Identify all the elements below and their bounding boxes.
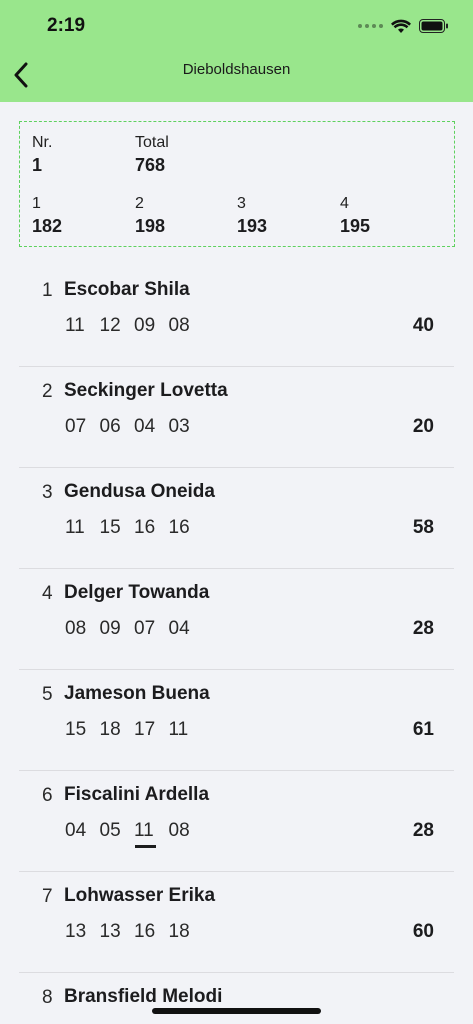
score-group: 07 06 04 03 xyxy=(65,416,203,438)
score-cell[interactable]: 11 xyxy=(169,719,204,741)
player-name: Fiscalini Ardella xyxy=(64,784,210,805)
summary-nr-label: Nr. xyxy=(32,134,53,151)
summary-total: Total 768 xyxy=(135,134,169,176)
summary-round-label: 4 xyxy=(340,195,349,212)
player-total: 60 xyxy=(412,921,434,942)
player-row[interactable]: 6 Fiscalini Ardella 04 05 11 08 28 xyxy=(19,771,454,872)
score-cell[interactable]: 06 xyxy=(100,416,135,438)
summary-round-value: 195 xyxy=(340,216,371,236)
score-cell[interactable]: 04 xyxy=(169,618,204,640)
player-name: Bransfield Melodi xyxy=(64,986,223,1007)
player-row[interactable]: 8 Bransfield Melodi xyxy=(19,973,454,1024)
score-cell[interactable]: 09 xyxy=(134,315,169,337)
player-total: 28 xyxy=(412,618,434,639)
player-number: 6 xyxy=(42,785,53,806)
summary-total-value: 768 xyxy=(135,155,166,175)
summary-round-label: 3 xyxy=(237,195,246,212)
score-cell[interactable]: 16 xyxy=(134,517,169,539)
player-number: 8 xyxy=(42,987,53,1008)
score-cell[interactable]: 11 xyxy=(65,517,100,539)
score-group: 08 09 07 04 xyxy=(65,618,203,640)
player-row[interactable]: 7 Lohwasser Erika 13 13 16 18 60 xyxy=(19,872,454,973)
player-number: 3 xyxy=(42,482,53,503)
battery-icon xyxy=(419,19,448,33)
summary-round-2: 2 198 xyxy=(135,195,165,237)
player-total: 28 xyxy=(412,820,434,841)
player-name: Seckinger Lovetta xyxy=(64,380,228,401)
score-cell[interactable]: 08 xyxy=(169,315,204,337)
player-name: Jameson Buena xyxy=(64,683,210,704)
score-cell[interactable]: 03 xyxy=(169,416,204,438)
score-cell[interactable]: 04 xyxy=(134,416,169,438)
player-total: 61 xyxy=(412,719,434,740)
score-group: 13 13 16 18 xyxy=(65,921,203,943)
wifi-icon xyxy=(391,19,411,33)
player-name: Delger Towanda xyxy=(64,582,210,603)
summary-round-label: 2 xyxy=(135,195,144,212)
score-cell[interactable]: 15 xyxy=(65,719,100,741)
score-cell[interactable]: 09 xyxy=(100,618,135,640)
player-row[interactable]: 4 Delger Towanda 08 09 07 04 28 xyxy=(19,569,454,670)
player-number: 5 xyxy=(42,684,53,705)
player-total: 40 xyxy=(412,315,434,336)
home-indicator xyxy=(152,1008,321,1014)
player-number: 7 xyxy=(42,886,53,907)
score-cell[interactable]: 16 xyxy=(169,517,204,539)
summary-round-4: 4 195 xyxy=(340,195,370,237)
score-cell[interactable]: 08 xyxy=(65,618,100,640)
player-name: Gendusa Oneida xyxy=(64,481,215,502)
summary-total-label: Total xyxy=(135,134,169,151)
summary-round-value: 198 xyxy=(135,216,166,236)
score-cell[interactable]: 17 xyxy=(134,719,169,741)
score-cell-selected[interactable]: 11 xyxy=(134,820,169,848)
score-cell[interactable]: 18 xyxy=(169,921,204,943)
summary-round-value: 193 xyxy=(237,216,268,236)
cellular-signal-icon xyxy=(358,24,383,28)
status-time: 2:19 xyxy=(47,15,86,36)
status-icons xyxy=(358,16,449,36)
score-cell[interactable]: 12 xyxy=(100,315,135,337)
score-cell[interactable]: 13 xyxy=(65,921,100,943)
player-name: Lohwasser Erika xyxy=(64,885,216,906)
score-group: 15 18 17 11 xyxy=(65,719,203,741)
page-title: Dieboldshausen xyxy=(182,61,291,78)
player-row[interactable]: 2 Seckinger Lovetta 07 06 04 03 20 xyxy=(19,367,454,468)
score-cell[interactable]: 15 xyxy=(100,517,135,539)
summary-round-3: 3 193 xyxy=(237,195,267,237)
player-number: 1 xyxy=(42,280,53,301)
score-cell[interactable]: 04 xyxy=(65,820,100,842)
player-number: 4 xyxy=(42,583,53,604)
player-row[interactable]: 1 Escobar Shila 11 12 09 08 40 xyxy=(19,266,454,367)
score-cell[interactable]: 05 xyxy=(100,820,135,842)
score-cell[interactable]: 08 xyxy=(169,820,204,842)
player-list: 1 Escobar Shila 11 12 09 08 40 2 Seckinger Lovet… xyxy=(19,266,454,1024)
score-group: 11 12 09 08 xyxy=(65,315,203,337)
player-number: 2 xyxy=(42,381,53,402)
player-name: Escobar Shila xyxy=(64,279,190,300)
summary-round-1: 1 182 xyxy=(32,195,62,237)
score-group: 04 05 11 08 xyxy=(65,820,204,848)
score-cell[interactable]: 07 xyxy=(134,618,169,640)
summary-round-label: 1 xyxy=(32,195,41,212)
score-cell[interactable]: 16 xyxy=(134,921,169,943)
score-cell[interactable]: 13 xyxy=(100,921,135,943)
player-total: 58 xyxy=(412,517,434,538)
nav-bar: 2:19 Dieboldshausen xyxy=(0,0,473,102)
score-group: 11 15 16 16 xyxy=(65,517,203,539)
score-cell[interactable]: 07 xyxy=(65,416,100,438)
player-total: 20 xyxy=(412,416,434,437)
summary-nr-value: 1 xyxy=(32,155,43,175)
player-row[interactable]: 5 Jameson Buena 15 18 17 11 61 xyxy=(19,670,454,771)
summary-round-value: 182 xyxy=(32,216,63,236)
score-cell[interactable]: 11 xyxy=(65,315,100,337)
score-cell[interactable]: 18 xyxy=(100,719,135,741)
summary-card: Nr. 1 Total 768 1 182 2 198 3 193 4 195 xyxy=(19,121,455,247)
player-row[interactable]: 3 Gendusa Oneida 11 15 16 16 58 xyxy=(19,468,454,569)
summary-nr: Nr. 1 xyxy=(32,134,52,176)
